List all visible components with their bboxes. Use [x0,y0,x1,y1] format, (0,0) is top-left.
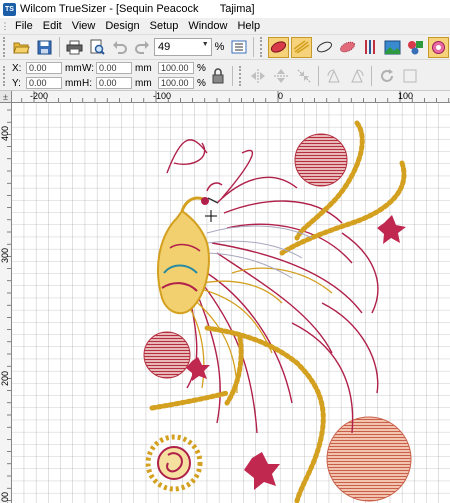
show-stitches-icon[interactable] [291,36,312,58]
y-field[interactable]: 0.00 [26,77,62,89]
show-appliqué-icon[interactable] [428,36,450,58]
redo-icon[interactable] [132,37,153,58]
ruler-label-minus-200: -200 [30,91,49,101]
toolbar-separator [253,37,255,57]
h-scale-unit: % [197,77,206,89]
toolbar-separator [371,65,372,86]
h-scale-field[interactable]: 100.00 [158,77,194,89]
chevron-down-icon[interactable]: ▼ [202,41,209,48]
w-unit: mm [135,62,152,74]
y-label: Y: [12,77,21,89]
toolbar-grip[interactable] [3,37,7,57]
h-unit: mm [135,77,152,89]
toolbar-separator [318,65,319,86]
toolbar-grip[interactable] [239,65,243,86]
toolbar-grip[interactable] [3,65,7,86]
rotate-right-icon[interactable] [346,65,367,86]
h-label: H: [82,77,92,89]
w-scale-field[interactable]: 100.00 [158,62,194,74]
menu-view[interactable]: View [67,20,101,32]
mirror-both-icon[interactable] [293,65,314,86]
embroidery-design[interactable] [12,103,450,503]
ruler-label-100: 100 [0,491,10,503]
ruler-label-0: 0 [278,91,284,101]
menu-grip-icon: ⋮ [0,20,10,31]
y-unit: mm [65,77,82,89]
menu-help[interactable]: Help [232,20,265,32]
horizontal-ruler-ticks [21,91,450,102]
zoom-value: 49 [158,41,171,53]
w-scale-unit: % [197,62,206,74]
show-functions-icon[interactable] [405,37,426,58]
transform-toolbar: X: 0.00 mm W: 0.00 mm 100.00 % Y: 0.00 m… [0,61,450,91]
ruler-label-400: 400 [0,125,10,141]
show-needle-points-icon[interactable] [337,37,358,58]
menu-edit[interactable]: Edit [38,20,67,32]
save-icon[interactable] [34,37,55,58]
ruler-corner[interactable]: ± [0,91,12,103]
print-preview-icon[interactable] [87,37,108,58]
lock-proportions-icon[interactable] [207,65,228,86]
show-background-icon[interactable] [383,37,404,58]
print-icon[interactable] [64,37,85,58]
zoom-combo[interactable]: 49 ▼ [154,38,212,56]
artistic-view-icon[interactable] [268,36,290,58]
sequin-circle-bottom [326,416,412,502]
ruler-label-300: 300 [0,247,10,263]
position-size-fields: X: 0.00 mm W: 0.00 mm 100.00 % Y: 0.00 m… [12,62,206,90]
menu-design[interactable]: Design [100,20,144,32]
mirror-horizontal-icon[interactable] [247,65,268,86]
show-outlines-icon[interactable] [314,37,335,58]
x-unit: mm [65,62,82,74]
vertical-ruler-ticks [7,109,11,501]
truesizer-window: TS Wilcom TrueSizer - [Sequin Peacock Ta… [0,0,450,503]
menu-file[interactable]: File [10,20,38,32]
menu-bar: ⋮ File Edit View Design Setup Window Hel… [0,18,450,35]
mirror-vertical-icon[interactable] [270,65,291,86]
sequin-circle-left [143,331,191,379]
horizontal-ruler: -200 -100 0 100 [12,91,450,103]
menu-setup[interactable]: Setup [145,20,184,32]
toolbar-separator [58,37,60,57]
w-field[interactable]: 0.00 [96,62,132,74]
sequin-circle-top [294,133,348,187]
app-logo-icon: TS [3,2,16,16]
standard-toolbar: 49 ▼ % [0,35,450,60]
x-field[interactable]: 0.00 [26,62,62,74]
ruler-label-minus-100: -100 [153,91,172,101]
undo-icon[interactable] [109,37,130,58]
window-title: Wilcom TrueSizer - [Sequin Peacock Tajim… [20,3,255,15]
ruler-label-100: 100 [398,91,414,101]
show-connectors-icon[interactable] [360,37,381,58]
rotate-icon[interactable] [376,65,397,86]
rotate-left-icon[interactable] [323,65,344,86]
vertical-ruler: 400 300 200 100 [0,103,12,503]
rotate-options-icon[interactable] [399,65,420,86]
properties-icon[interactable] [228,37,249,58]
ruler-label-200: 200 [0,370,10,386]
h-field[interactable]: 0.00 [96,77,132,89]
toolbar-separator [232,65,233,86]
title-bar: TS Wilcom TrueSizer - [Sequin Peacock Ta… [0,0,450,18]
open-folder-icon[interactable] [11,37,32,58]
w-label: W: [82,62,95,74]
menu-window[interactable]: Window [183,20,232,32]
toolbar-grip[interactable] [260,37,264,57]
zoom-unit: % [214,41,225,53]
x-label: X: [12,62,22,74]
design-canvas[interactable]: ± -200 -100 0 100 400 300 200 100 [0,91,450,503]
